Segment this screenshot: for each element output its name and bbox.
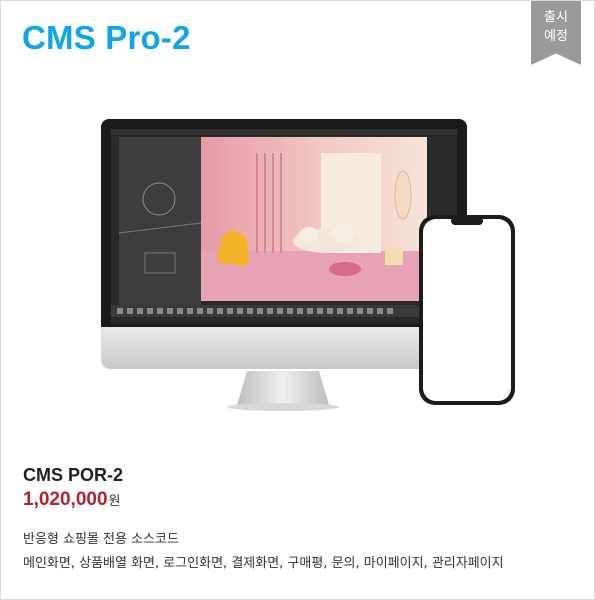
- page-title: CMS Pro-2: [22, 19, 191, 56]
- price-value: 1,020,000: [23, 489, 108, 510]
- badge-line-1: 출시: [544, 10, 568, 25]
- smartphone-icon: [419, 215, 515, 405]
- badge-line-2: 예정: [544, 29, 568, 44]
- imac-monitor-icon: [101, 119, 467, 411]
- product-name[interactable]: CMS POR-2: [23, 465, 123, 486]
- product-summary: 반응형 쇼핑몰 전용 소스코드: [23, 532, 179, 547]
- product-card[interactable]: CMS Pro-2 출시 예정 CMS POR-2 1,020,000원 반응형…: [0, 0, 595, 600]
- status-badge: 출시 예정: [531, 1, 581, 65]
- product-features: 메인화면, 상품배열 화면, 로그인화면, 결제화면, 구매평, 문의, 마이페…: [23, 556, 504, 571]
- product-price: 1,020,000원: [23, 489, 121, 511]
- product-image: [101, 119, 515, 411]
- price-currency: 원: [108, 494, 121, 509]
